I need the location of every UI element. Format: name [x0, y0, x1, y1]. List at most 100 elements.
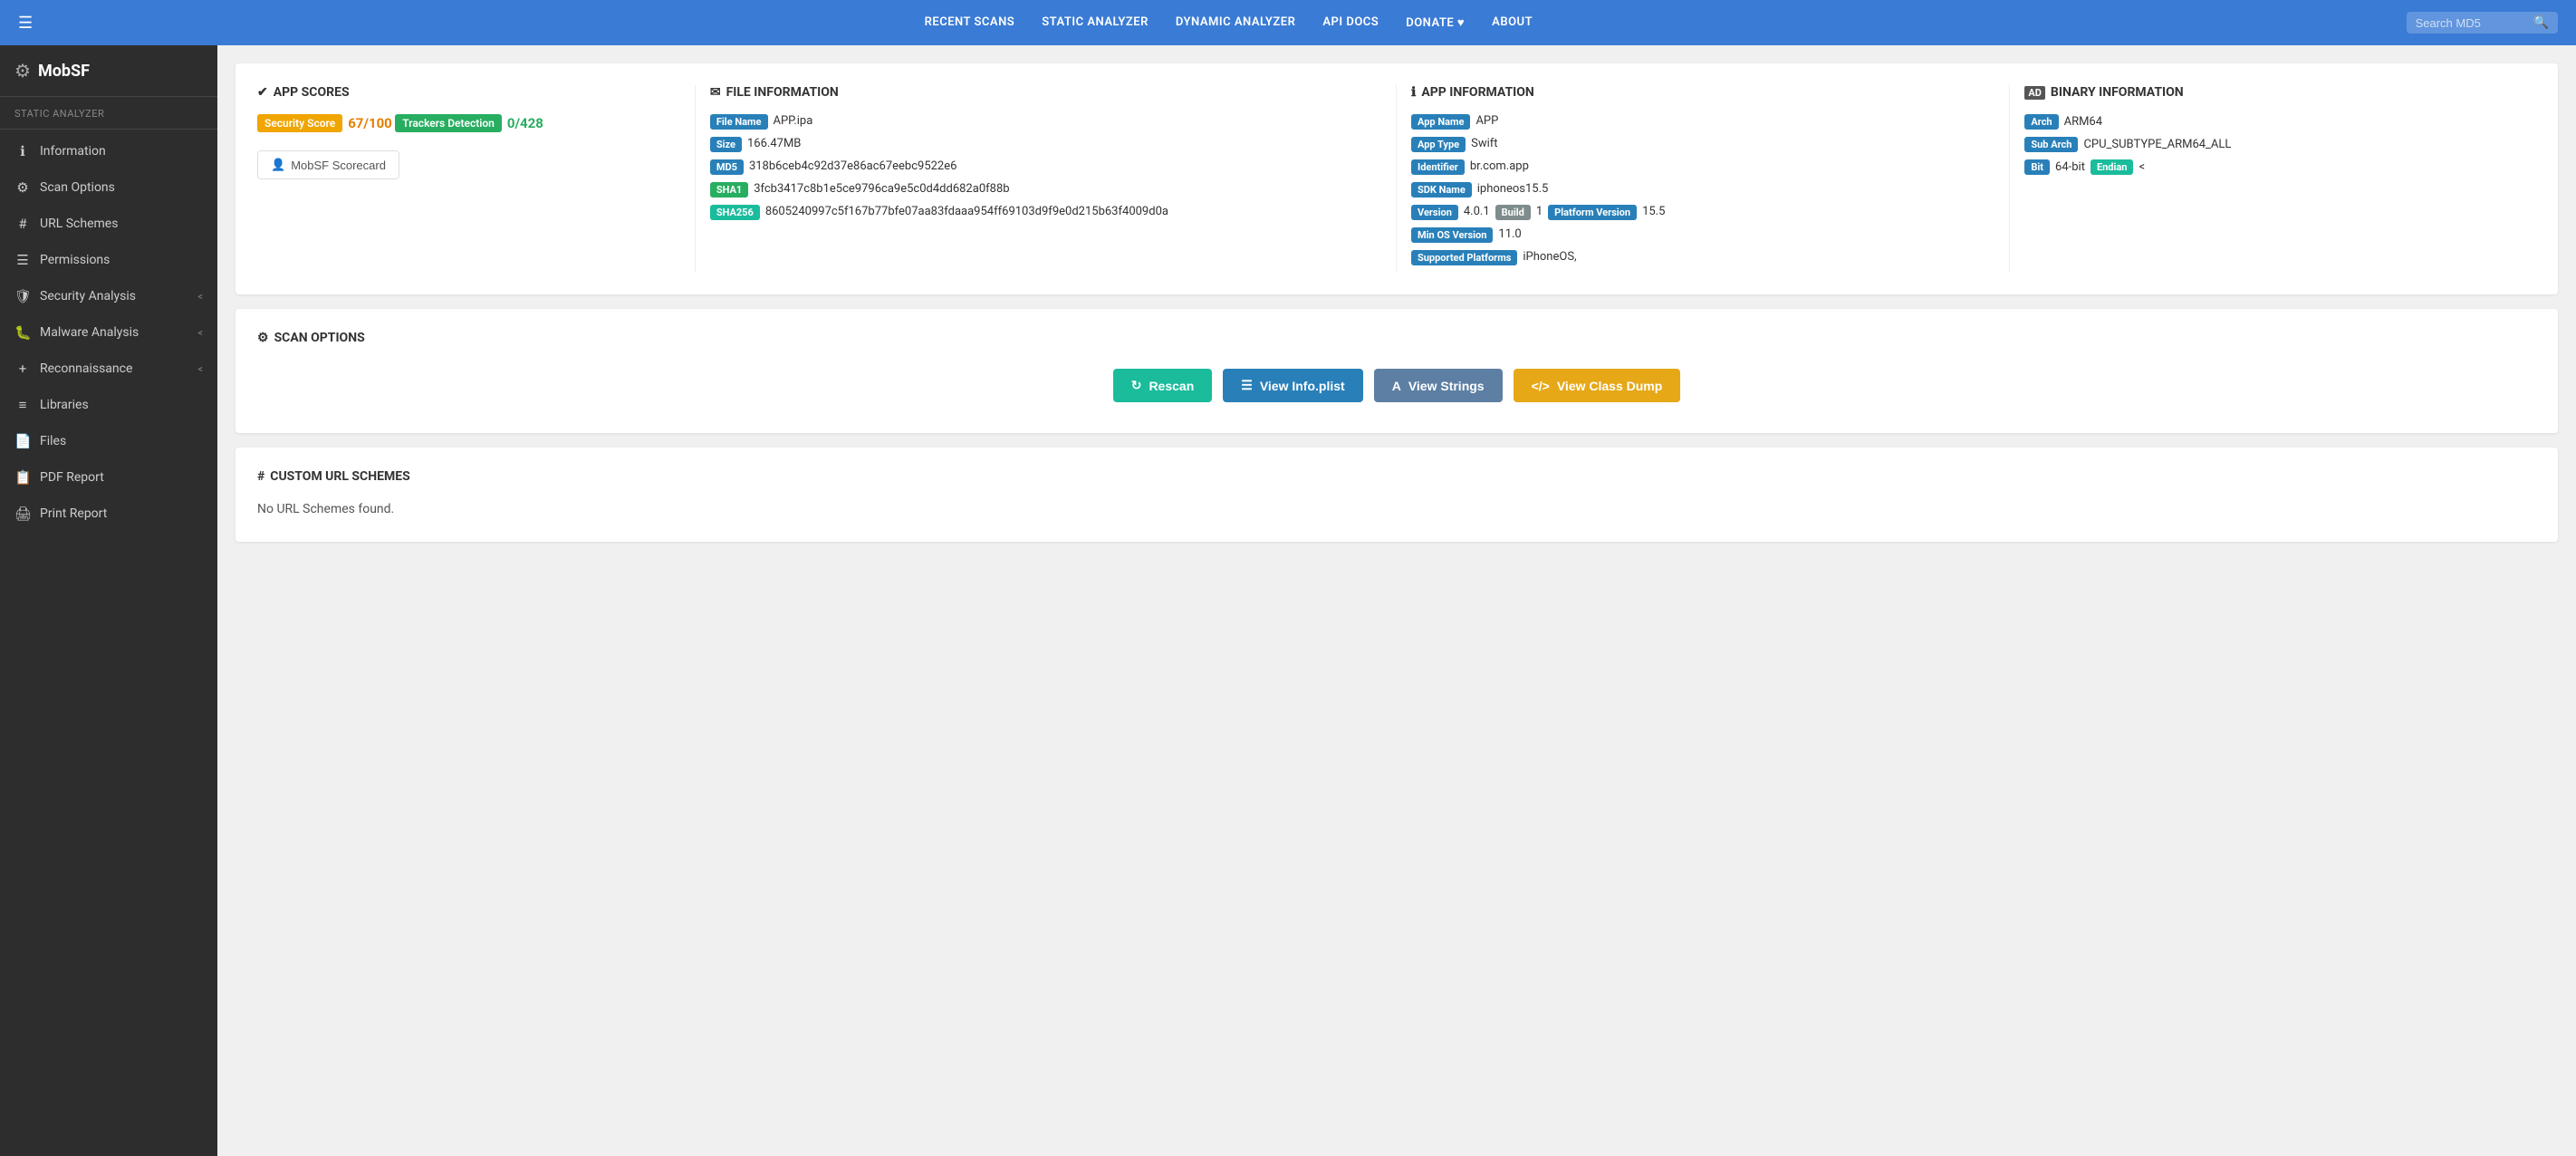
chevron-left-icon-2: <	[197, 327, 203, 339]
info-circle-icon: ℹ	[1411, 85, 1416, 100]
user-icon: 👤	[271, 158, 285, 172]
envelope-icon: ✉	[710, 85, 721, 100]
sidebar-label-files: Files	[40, 434, 203, 448]
sidebar-item-information[interactable]: ℹ Information	[0, 133, 217, 169]
arch-value: ARM64	[2064, 115, 2102, 129]
layout: ⚙ MobSF Static Analyzer ℹ Information ⚙ …	[0, 45, 2576, 1156]
ad-icon: Ad	[2024, 86, 2045, 100]
file-name-value: APP.ipa	[774, 114, 813, 128]
sidebar-label-malware-analysis: Malware Analysis	[40, 325, 188, 340]
bit-badge: Bit	[2024, 159, 2050, 175]
sidebar-item-reconnaissance[interactable]: + Reconnaissance <	[0, 351, 217, 387]
endian-badge: Endian	[2091, 159, 2134, 175]
sidebar-item-permissions[interactable]: ☰ Permissions	[0, 242, 217, 278]
print-icon: 🖨	[14, 506, 31, 522]
rescan-button[interactable]: ↻ Rescan	[1113, 369, 1213, 402]
supported-platforms-row: Supported Platforms iPhoneOS,	[1411, 250, 1994, 265]
sidebar-brand: ⚙ MobSF	[0, 45, 217, 97]
nav-static-analyzer[interactable]: STATIC ANALYZER	[1042, 15, 1149, 30]
app-name-row: App Name APP	[1411, 114, 1994, 130]
arch-badge: Arch	[2024, 114, 2058, 130]
sidebar: ⚙ MobSF Static Analyzer ℹ Information ⚙ …	[0, 45, 217, 1156]
security-score-label: Security Score	[257, 114, 342, 132]
version-value: 4.0.1	[1464, 205, 1490, 218]
search-input[interactable]	[2416, 16, 2533, 30]
binary-info-col: Ad BINARY INFORMATION Arch ARM64 Sub Arc…	[2010, 85, 2536, 273]
hash-icon: #	[14, 216, 31, 232]
info-grid: ✔ APP SCORES Security Score 67/100 Track…	[257, 85, 2536, 273]
build-badge: Build	[1495, 205, 1531, 220]
app-scores-title: ✔ APP SCORES	[257, 85, 680, 100]
bit-endian-row: Bit 64-bit Endian <	[2024, 159, 2522, 175]
app-type-badge: App Type	[1411, 137, 1466, 152]
sidebar-item-files[interactable]: 📄 Files	[0, 423, 217, 459]
sidebar-item-scan-options[interactable]: ⚙ Scan Options	[0, 169, 217, 206]
nav-about[interactable]: ABOUT	[1492, 15, 1533, 30]
refresh-icon: ↻	[1131, 378, 1142, 393]
sha1-row: SHA1 3fcb3417c8b1e5ce9796ca9e5c0d4dd682a…	[710, 182, 1381, 197]
sidebar-label-permissions: Permissions	[40, 253, 203, 267]
sha1-badge: SHA1	[710, 182, 748, 197]
trackers-label: Trackers Detection	[395, 114, 502, 132]
md5-value: 318b6ceb4c92d37e86ac67eebc9522e6	[749, 159, 957, 173]
url-schemes-empty: No URL Schemes found.	[257, 498, 2536, 520]
nav-donate[interactable]: DONATE ♥	[1406, 15, 1465, 30]
sidebar-item-pdf-report[interactable]: 📋 PDF Report	[0, 459, 217, 496]
nav-recent-scans[interactable]: RECENT SCANS	[925, 15, 1015, 30]
gear-icon: ⚙	[14, 179, 31, 196]
topnav: ☰ RECENT SCANS STATIC ANALYZER DYNAMIC A…	[0, 0, 2576, 45]
min-os-badge: Min OS Version	[1411, 227, 1493, 243]
app-info-card: ✔ APP SCORES Security Score 67/100 Track…	[235, 63, 2558, 294]
menu-icon[interactable]: ☰	[18, 14, 33, 33]
gear-icon-2: ⚙	[257, 331, 269, 345]
md5-badge: MD5	[710, 159, 744, 175]
sidebar-divider	[0, 129, 217, 130]
sidebar-item-libraries[interactable]: ≡ Libraries	[0, 387, 217, 423]
sidebar-item-malware-analysis[interactable]: 🐛 Malware Analysis <	[0, 314, 217, 351]
view-class-dump-button[interactable]: </> View Class Dump	[1514, 369, 1681, 402]
version-row: Version 4.0.1 Build 1 Platform Version 1…	[1411, 205, 1994, 220]
build-value: 1	[1536, 205, 1543, 218]
md5-row: MD5 318b6ceb4c92d37e86ac67eebc9522e6	[710, 159, 1381, 175]
sha256-value: 8605240997c5f167b77bfe07aa83fdaaa954ff69…	[765, 205, 1168, 218]
binary-info-title: Ad BINARY INFORMATION	[2024, 85, 2522, 100]
view-strings-button[interactable]: A View Strings	[1374, 369, 1503, 402]
min-os-row: Min OS Version 11.0	[1411, 227, 1994, 243]
platform-version-badge: Platform Version	[1548, 205, 1637, 220]
sidebar-label-print-report: Print Report	[40, 506, 203, 521]
min-os-value: 11.0	[1498, 227, 1521, 241]
file-size-badge: Size	[710, 137, 742, 152]
pdf-icon: 📋	[14, 469, 31, 486]
sidebar-label-pdf-report: PDF Report	[40, 470, 203, 485]
scorecard-button[interactable]: 👤 MobSF Scorecard	[257, 150, 399, 179]
file-info-col: ✉ FILE INFORMATION File Name APP.ipa Siz…	[696, 85, 1397, 273]
info-icon: ℹ	[14, 143, 31, 159]
list-icon-2: ☰	[1241, 378, 1253, 393]
sha1-value: 3fcb3417c8b1e5ce9796ca9e5c0d4dd682a0f88b	[754, 182, 1009, 196]
endian-value: <	[2139, 160, 2145, 174]
scan-options-title: ⚙ SCAN OPTIONS	[257, 331, 2536, 345]
sub-arch-row: Sub Arch CPU_SUBTYPE_ARM64_ALL	[2024, 137, 2522, 152]
identifier-row: Identifier br.com.app	[1411, 159, 1994, 175]
file-size-value: 166.47MB	[747, 137, 801, 150]
nav-dynamic-analyzer[interactable]: DYNAMIC ANALYZER	[1176, 15, 1296, 30]
app-name-value: APP	[1475, 114, 1498, 128]
app-info-col: ℹ APP INFORMATION App Name APP App Type …	[1397, 85, 2010, 273]
bug-icon: 🐛	[14, 324, 31, 341]
sidebar-item-url-schemes[interactable]: # URL Schemes	[0, 206, 217, 242]
file-icon: 📄	[14, 433, 31, 449]
nav-api-docs[interactable]: API DOCS	[1322, 15, 1379, 30]
view-info-plist-button[interactable]: ☰ View Info.plist	[1223, 369, 1362, 402]
sidebar-section-title: Static Analyzer	[0, 97, 217, 125]
url-schemes-card: # CUSTOM URL SCHEMES No URL Schemes foun…	[235, 448, 2558, 542]
scan-options-card: ⚙ SCAN OPTIONS ↻ Rescan ☰ View Info.plis…	[235, 309, 2558, 433]
sidebar-label-security-analysis: Security Analysis	[40, 289, 188, 303]
scan-buttons-group: ↻ Rescan ☰ View Info.plist A View String…	[257, 360, 2536, 411]
sdk-name-row: SDK Name iphoneos15.5	[1411, 182, 1994, 197]
sidebar-item-print-report[interactable]: 🖨 Print Report	[0, 496, 217, 532]
sidebar-label-url-schemes: URL Schemes	[40, 217, 203, 231]
sidebar-label-information: Information	[40, 144, 203, 159]
code-icon: </>	[1532, 379, 1550, 393]
shield-icon: 🛡	[14, 288, 31, 304]
sidebar-item-security-analysis[interactable]: 🛡 Security Analysis <	[0, 278, 217, 314]
